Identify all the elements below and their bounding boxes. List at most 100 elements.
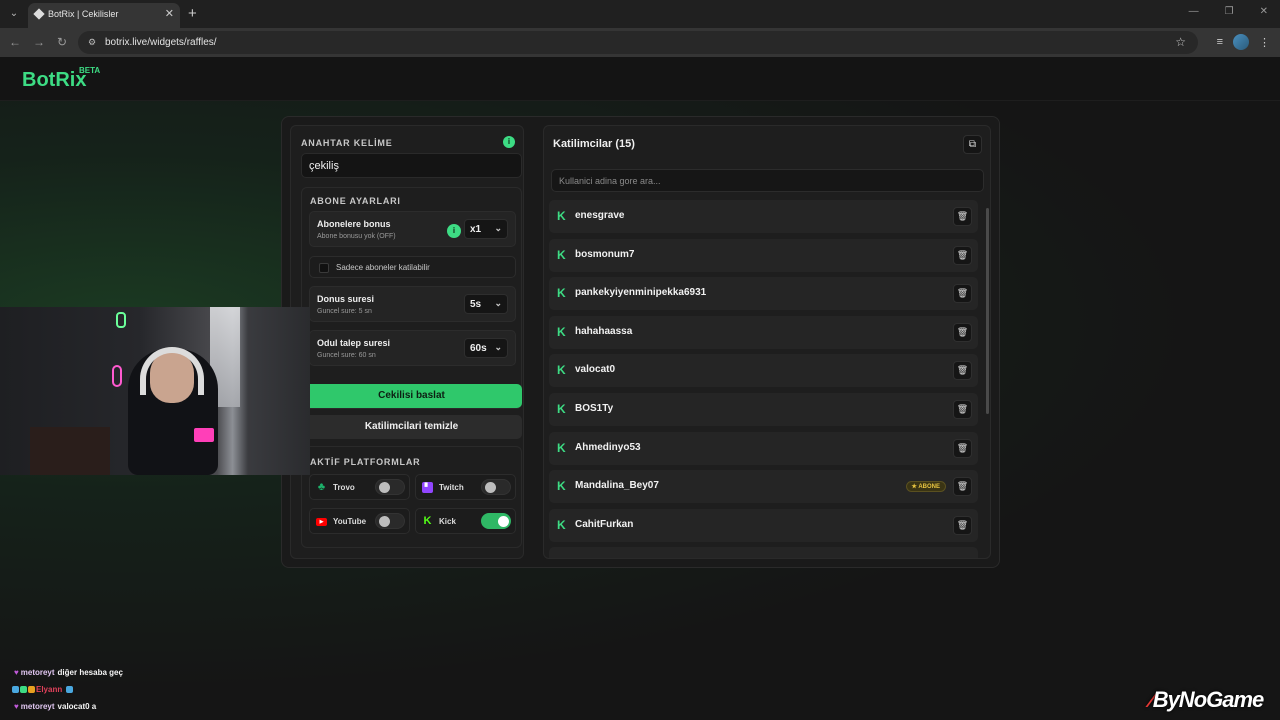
minimize-icon[interactable]: — [1189,6,1199,17]
close-window-icon[interactable]: ✕ [1260,6,1268,17]
participant-name: Mandalina_Bey07 [575,480,659,492]
subscriber-badge: ★ ABONE [905,481,946,493]
participant-name: valocat0 [575,364,616,376]
trash-icon[interactable]: 🗑 [953,322,972,342]
only-subscribers-checkbox[interactable] [319,263,329,273]
botrix-favicon-icon [33,8,45,20]
kick-icon: K [423,515,432,527]
start-raffle-button[interactable]: Cekilisi baslat [301,384,522,408]
trash-icon[interactable]: 🗑 [953,477,972,497]
chat-user: Elyann [36,685,63,694]
bookmark-star-icon[interactable]: ☆ [1175,35,1186,49]
participant-row: K enesgrave 🗑 [549,200,978,233]
chat-text: diğer hesaba geç [57,668,123,677]
platform-kick: K Kick [415,508,516,534]
restore-icon[interactable]: ❐ [1225,6,1234,17]
neon-pink-light [112,365,122,387]
tab-search-icon[interactable]: ⌄ [6,6,22,22]
clear-participants-button[interactable]: Katilimcilari temizle [301,415,522,439]
info-icon[interactable]: i [447,224,461,238]
trash-icon[interactable]: 🗑 [953,207,972,226]
address-bar: ← → ↻ ⚙ botrix.live/widgets/raffles/ ☆ ≡… [0,28,1280,57]
participant-row: K CahitFurkan 🗑 [549,508,978,542]
forward-icon[interactable]: → [33,35,45,49]
site-info-icon[interactable]: ⚙ [88,37,98,47]
subscriber-bonus-setting: Abonelere bonus Abone bonusu yok (OFF) i… [309,211,516,247]
participant-scrollbar[interactable] [986,200,989,556]
kick-icon: K [557,209,566,223]
twitch-toggle[interactable] [481,479,511,495]
bonus-multiplier-select[interactable]: x1 ⌄ [464,219,508,239]
participant-name: Ahmedinyo53 [575,441,641,453]
trash-icon[interactable]: 🗑 [953,245,972,265]
claim-time-label: Odul talep suresi [317,338,391,348]
claim-time-value: 60s [470,343,487,354]
only-subscribers-option[interactable]: Sadece aboneler katilabilir [309,256,516,278]
trash-icon[interactable]: 🗑 [953,284,972,304]
participant-row: K bosmonum7 🗑 [549,238,978,272]
chat-text: valocat0 a [57,702,97,711]
twitch-icon: ▘ [422,482,433,493]
kick-icon: K [557,402,566,416]
botrix-logo[interactable]: BotRix [22,69,86,92]
subscriber-bonus-status: Abone bonusu yok (OFF) [317,233,396,240]
kick-icon: K [557,479,566,494]
participant-name: pankekyiyenminipekka6931 [575,287,707,299]
profile-avatar[interactable] [1233,34,1249,50]
youtube-icon: ▶ [316,518,327,526]
copy-icon[interactable]: ⧉ [963,135,982,154]
beta-badge: BETA [79,66,101,75]
platform-twitch: ▘ Twitch [415,474,516,500]
participant-name: CahitFurkan [575,518,634,530]
chat-message: ♥ metoreyt diğer hesaba geç [14,668,123,677]
participant-row: K BOS1Ty 🗑 [549,393,978,426]
browser-tab-bar: ⌄ BotRix | Cekilisler ✕ + — ❐ ✕ [0,0,1280,28]
kick-toggle[interactable] [481,513,511,529]
kick-icon: K [557,440,566,455]
trash-icon[interactable]: 🗑 [953,515,972,535]
chat-message: Elyann [12,685,74,694]
tab-title: BotRix | Cekilisler [48,9,119,19]
platform-label: YouTube [333,517,367,526]
claim-time-select[interactable]: 60s ⌄ [464,338,508,358]
platform-trovo: ♣ Trovo [309,474,410,500]
reload-icon[interactable]: ↻ [57,35,67,49]
browser-tab[interactable]: BotRix | Cekilisler ✕ [28,3,180,28]
trash-icon[interactable]: 🗑 [953,361,972,381]
participant-row: K pankekyiyenminipekka6931 🗑 [549,277,978,311]
trovo-toggle[interactable] [375,479,405,495]
active-platforms-title: AKTİF PLATFORMLAR [310,457,421,467]
keyword-input[interactable]: çekiliş [301,153,522,178]
participant-search-input[interactable] [551,169,984,192]
trash-icon[interactable]: 🗑 [953,438,972,458]
participants-title: Katilimcilar (15) [553,138,635,150]
raffle-widget: ANAHTAR KELİME i çekiliş ABONE AYARLARI … [281,116,1000,568]
webcam-overlay [0,307,310,475]
youtube-toggle[interactable] [375,513,405,529]
window-controls: — ❐ ✕ [1189,6,1268,17]
trash-icon[interactable]: 🗑 [953,400,972,419]
kick-icon: K [557,324,566,339]
media-control-icon[interactable]: ≡ [1217,36,1223,48]
participant-row: K hahahaassa 🗑 [549,315,978,349]
subscriber-bonus-label: Abonelere bonus [317,219,391,229]
url-field[interactable]: ⚙ botrix.live/widgets/raffles/ ☆ [78,31,1198,54]
menu-icon[interactable]: ⋮ [1259,36,1270,49]
participants-panel: Katilimcilar (15) ⧉ K enesgrave 🗑 K bosm… [543,125,991,559]
return-time-label: Donus suresi [317,294,375,304]
return-time-current: Guncel sure: 5 sn [317,308,372,315]
chevron-down-icon: ⌄ [494,298,502,308]
participant-row [549,547,978,558]
heart-icon: ♥ [14,668,19,677]
close-tab-icon[interactable]: ✕ [165,7,174,20]
back-icon[interactable]: ← [9,35,21,49]
kick-icon: K [557,517,566,532]
return-time-select[interactable]: 5s ⌄ [464,294,508,314]
trovo-icon: ♣ [317,481,326,493]
subscriber-settings: ABONE AYARLARI Abonelere bonus Abone bon… [301,187,522,409]
new-tab-icon[interactable]: + [188,5,197,22]
bynogame-watermark: ⁄ByNoGame [1150,687,1264,712]
chat-message: ♥ metoreyt valocat0 a [14,702,96,711]
participant-row: K valocat0 🗑 [549,354,978,388]
info-icon[interactable]: i [503,136,515,148]
